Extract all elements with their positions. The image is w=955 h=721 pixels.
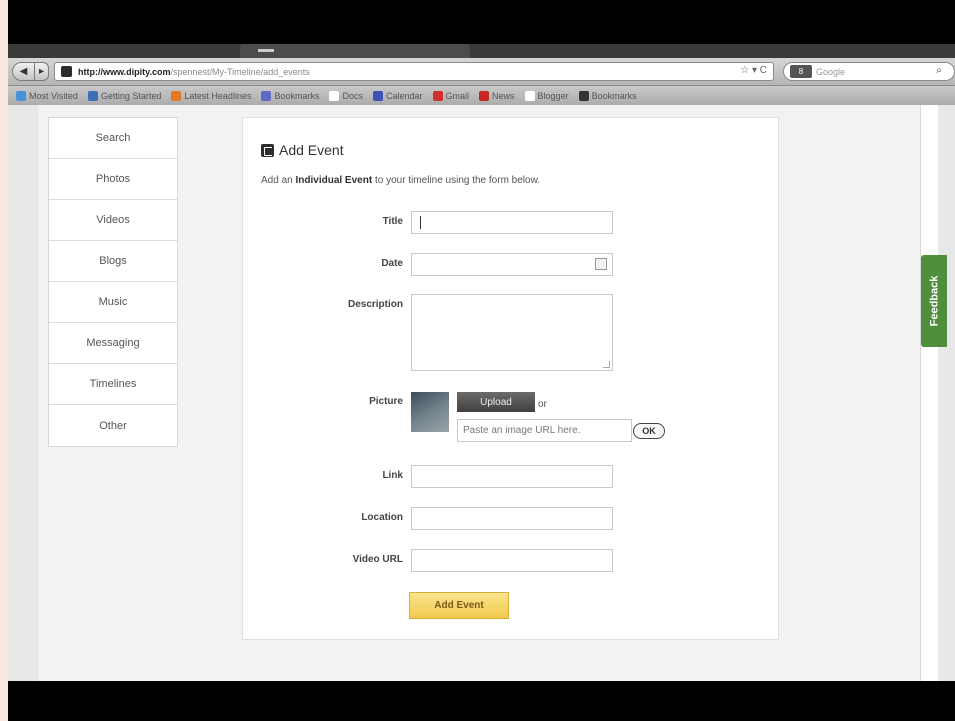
back-button[interactable]: ◀ xyxy=(12,62,35,81)
bookmark-label: Bookmarks xyxy=(274,90,320,101)
upload-button[interactable]: Upload xyxy=(457,392,535,412)
intro-bold: Individual Event xyxy=(295,175,373,186)
bookmark-icon xyxy=(16,90,26,101)
search-placeholder: Google xyxy=(816,66,846,77)
bookmarks-bar: Most Visited Getting Started Latest Headli… xyxy=(8,86,955,105)
bookmark-icon xyxy=(578,90,589,101)
form-intro: Add an Individual Event to your timeline… xyxy=(261,175,540,186)
bookmark-label: Calendar xyxy=(385,90,423,101)
url-bar-controls[interactable]: ☆ ▾ C xyxy=(740,65,767,76)
tab-title-blur xyxy=(258,49,274,52)
bookmark-icon xyxy=(171,90,182,101)
location-input[interactable] xyxy=(411,507,613,530)
bookmark-item[interactable]: Latest Headlines xyxy=(171,90,252,101)
bookmark-icon xyxy=(87,90,98,101)
search-box[interactable]: 8 Google ⌕ xyxy=(783,62,955,81)
picture-thumbnail xyxy=(411,392,449,432)
bookmark-icon xyxy=(479,90,490,101)
forward-button[interactable]: ▸ xyxy=(34,62,49,81)
date-label: Date xyxy=(381,258,403,269)
sidebar-item-search[interactable]: Search xyxy=(49,118,177,159)
bookmark-label: Most Visited xyxy=(29,90,78,101)
bookmark-label: Blogger xyxy=(537,90,569,101)
bookmark-item[interactable]: News xyxy=(479,90,515,101)
sidebar-item-label: Videos xyxy=(96,214,130,226)
sidebar-item-photos[interactable]: Photos xyxy=(49,159,177,200)
bookmark-icon xyxy=(432,90,443,101)
sidebar-item-messaging[interactable]: Messaging xyxy=(49,323,177,364)
bookmark-label: Getting Started xyxy=(100,90,162,101)
date-input[interactable] xyxy=(411,253,613,276)
bookmark-label: Latest Headlines xyxy=(184,90,252,101)
bookmark-icon xyxy=(261,90,272,101)
or-separator: or xyxy=(538,399,547,410)
video-url-input[interactable] xyxy=(411,549,613,572)
sidebar-item-label: Timelines xyxy=(89,378,137,390)
bookmark-label: Gmail xyxy=(445,90,470,101)
sidebar-item-videos[interactable]: Videos xyxy=(49,200,177,241)
tab-strip xyxy=(8,44,955,58)
bookmark-item[interactable]: Docs xyxy=(329,90,363,101)
bookmark-item[interactable]: Most Visited xyxy=(16,90,78,101)
image-url-ok-button[interactable]: OK xyxy=(633,423,665,439)
bookmark-item[interactable]: Gmail xyxy=(432,90,470,101)
add-event-icon xyxy=(261,143,274,157)
image-url-input[interactable]: Paste an image URL here. xyxy=(457,419,632,442)
navigation-toolbar: ◀ ▸ http://www.dipity.com /spennest/My-T… xyxy=(8,58,955,86)
url-path: /spennest/My-Timeline/add_events xyxy=(170,66,310,77)
sidebar-item-blogs[interactable]: Blogs xyxy=(49,241,177,282)
sidebar-item-label: Photos xyxy=(95,173,131,185)
page-title-text: Add Event xyxy=(279,142,344,158)
feedback-tab[interactable]: Feedback xyxy=(921,255,947,347)
url-bar[interactable]: http://www.dipity.com /spennest/My-Timel… xyxy=(54,62,774,81)
link-label: Link xyxy=(382,470,403,481)
title-input[interactable] xyxy=(411,211,613,234)
intro-prefix: Add an xyxy=(261,175,296,186)
bookmark-item[interactable]: Bookmarks xyxy=(578,90,637,101)
sidebar-item-label: Search xyxy=(95,132,131,144)
bookmark-item[interactable]: Calendar xyxy=(372,90,423,101)
description-textarea[interactable] xyxy=(411,294,613,371)
add-event-panel: Add Event Add an Individual Event to you… xyxy=(242,117,779,640)
intro-suffix: to your timeline using the form below. xyxy=(372,175,541,186)
site-favicon-icon xyxy=(61,66,72,77)
bookmark-item[interactable]: Bookmarks xyxy=(261,90,320,101)
sidebar-item-label: Other xyxy=(99,419,127,432)
sidebar-item-label: Messaging xyxy=(86,337,140,349)
title-label: Title xyxy=(382,216,403,227)
page-right-margin xyxy=(920,105,938,681)
back-arrow-icon: ◀ xyxy=(19,66,28,77)
sidebar-item-label: Music xyxy=(98,296,128,308)
bookmark-label: Docs xyxy=(342,90,363,101)
bookmark-label: Bookmarks xyxy=(591,90,637,101)
location-label: Location xyxy=(361,512,403,523)
bookmark-icon xyxy=(372,90,383,101)
sidebar-item-label: Blogs xyxy=(99,255,127,267)
tab-active[interactable] xyxy=(240,44,470,58)
category-sidebar: Search Photos Videos Blogs Music Messagi… xyxy=(48,117,178,447)
page-title: Add Event xyxy=(261,142,344,158)
feedback-label: Feedback xyxy=(928,275,940,327)
link-input[interactable] xyxy=(411,465,613,488)
description-label: Description xyxy=(347,299,403,310)
bookmark-icon xyxy=(329,90,340,101)
search-engine-icon[interactable]: 8 xyxy=(790,65,812,78)
bookmark-icon xyxy=(524,90,535,101)
sidebar-item-music[interactable]: Music xyxy=(49,282,177,323)
calendar-icon[interactable] xyxy=(595,258,607,270)
forward-arrow-icon: ▸ xyxy=(38,66,45,77)
bookmark-label: News xyxy=(492,90,515,101)
add-event-button[interactable]: Add Event xyxy=(409,592,509,619)
search-icon[interactable]: ⌕ xyxy=(936,65,942,76)
bookmark-item[interactable]: Getting Started xyxy=(87,90,162,101)
video-url-label: Video URL xyxy=(352,554,403,565)
sidebar-item-other[interactable]: Other xyxy=(49,405,177,446)
url-host: http://www.dipity.com xyxy=(78,66,171,77)
sidebar-item-timelines[interactable]: Timelines xyxy=(49,364,177,405)
picture-label: Picture xyxy=(369,396,403,407)
bookmark-item[interactable]: Blogger xyxy=(524,90,569,101)
